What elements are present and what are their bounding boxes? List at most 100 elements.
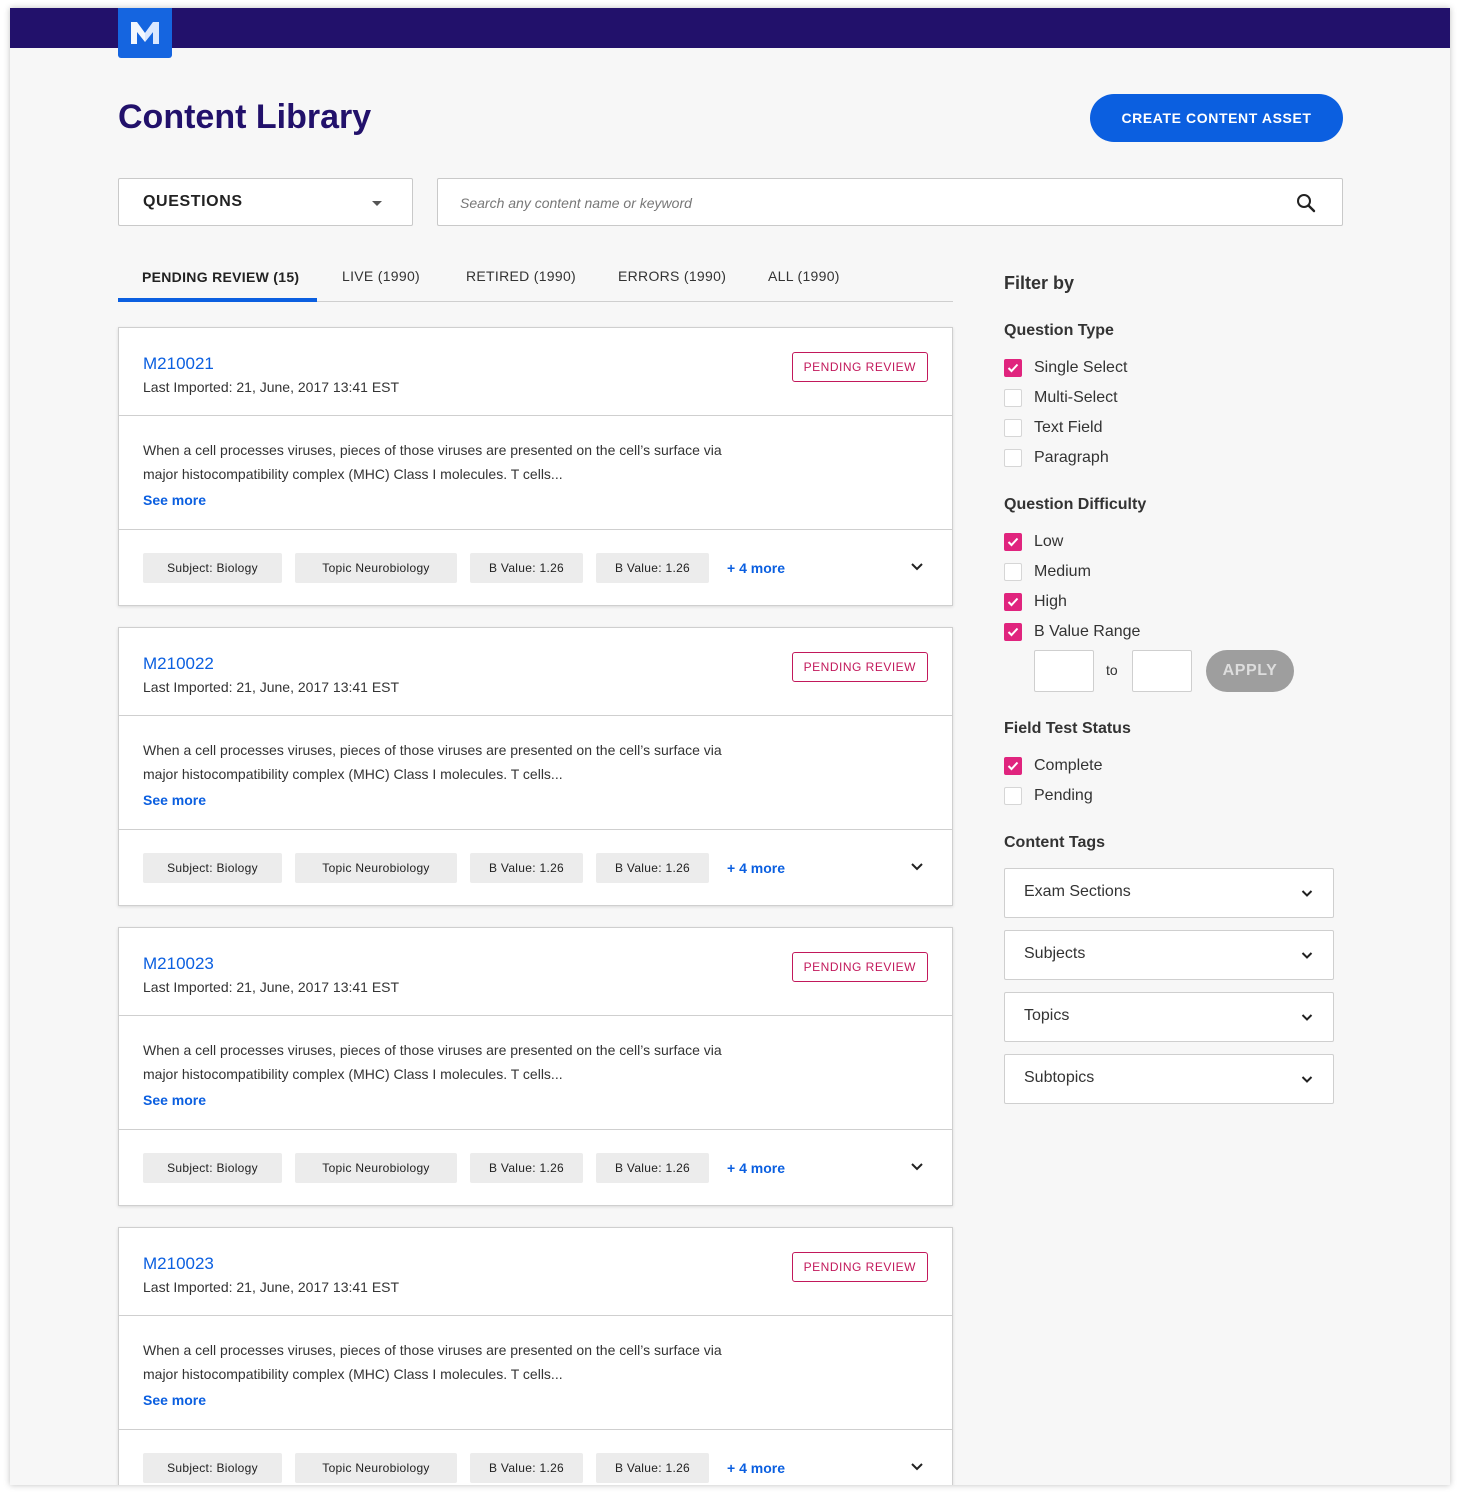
content-card: M210022 Last Imported: 21, June, 2017 13… (118, 627, 953, 906)
checkbox-unchecked-icon[interactable] (1004, 389, 1022, 407)
tab-live[interactable]: LIVE (1990) (342, 268, 420, 284)
filter-title: Filter by (1004, 273, 1075, 293)
card-footer: Subject: Biology Topic Neurobiology B Va… (119, 1430, 952, 1485)
content-description: When a cell processes viruses, pieces of… (143, 738, 763, 786)
checkbox-unchecked-icon[interactable] (1004, 787, 1022, 805)
card-body: When a cell processes viruses, pieces of… (119, 1016, 952, 1130)
checkbox-checked-icon[interactable] (1004, 757, 1022, 775)
content-id-link[interactable]: M210021 (143, 354, 214, 374)
checkbox-pending[interactable]: Pending (1004, 786, 1093, 806)
description-line-1: When a cell processes viruses, pieces of… (143, 742, 722, 758)
b-value-min-input[interactable] (1034, 650, 1094, 692)
chevron-down-icon[interactable] (910, 1462, 924, 1472)
content-id-link[interactable]: M210023 (143, 954, 214, 974)
checkbox-unchecked-icon[interactable] (1004, 419, 1022, 437)
status-badge: PENDING REVIEW (791, 952, 928, 982)
tab-errors[interactable]: ERRORS (1990) (618, 268, 726, 284)
tab-retired[interactable]: RETIRED (1990) (466, 268, 576, 284)
checkbox-label: High (1034, 593, 1067, 610)
checkbox-label: B Value Range (1034, 623, 1141, 640)
content-id-link[interactable]: M210022 (143, 654, 214, 674)
checkbox-checked-icon[interactable] (1004, 593, 1022, 611)
content-description: When a cell processes viruses, pieces of… (143, 1038, 763, 1086)
topics-dropdown[interactable]: Topics (1004, 992, 1334, 1042)
tag-chip: Topic Neurobiology (295, 1453, 457, 1483)
checkbox-label: Paragraph (1034, 449, 1109, 466)
chevron-down-icon[interactable] (910, 1162, 924, 1172)
status-badge: PENDING REVIEW (791, 1252, 928, 1282)
caret-down-icon (372, 201, 382, 206)
checkbox-medium[interactable]: Medium (1004, 562, 1091, 582)
content-id-link[interactable]: M210023 (143, 1254, 214, 1274)
checkbox-checked-icon[interactable] (1004, 533, 1022, 551)
tag-chip: B Value: 1.26 (596, 1153, 709, 1183)
more-tags-link[interactable]: + 4 more (727, 860, 785, 876)
checkbox-label: Multi-Select (1034, 389, 1118, 406)
card-footer: Subject: Biology Topic Neurobiology B Va… (119, 1130, 952, 1206)
chevron-down-icon (1301, 1076, 1313, 1083)
more-tags-link[interactable]: + 4 more (727, 560, 785, 576)
chevron-down-icon (1301, 890, 1313, 897)
range-to-label: to (1106, 662, 1118, 678)
status-badge: PENDING REVIEW (791, 652, 928, 682)
dropdown-label: Subjects (1024, 945, 1086, 962)
content-card: M210023 Last Imported: 21, June, 2017 13… (118, 1227, 953, 1485)
search-box[interactable] (437, 178, 1343, 226)
content-type-select-value: QUESTIONS (143, 193, 243, 210)
checkbox-checked-icon[interactable] (1004, 359, 1022, 377)
content-type-select[interactable]: QUESTIONS (118, 178, 413, 226)
last-imported: Last Imported: 21, June, 2017 13:41 EST (143, 379, 400, 395)
card-body: When a cell processes viruses, pieces of… (119, 716, 952, 830)
search-icon[interactable] (1296, 193, 1316, 213)
checkbox-unchecked-icon[interactable] (1004, 563, 1022, 581)
exam-sections-dropdown[interactable]: Exam Sections (1004, 868, 1334, 918)
field-test-status-heading: Field Test Status (1004, 720, 1131, 737)
checkbox-label: Single Select (1034, 359, 1128, 376)
tag-chip: B Value: 1.26 (470, 553, 583, 583)
b-value-max-input[interactable] (1132, 650, 1192, 692)
more-tags-link[interactable]: + 4 more (727, 1160, 785, 1176)
description-line-1: When a cell processes viruses, pieces of… (143, 442, 722, 458)
checkbox-label: Medium (1034, 563, 1091, 580)
card-footer: Subject: Biology Topic Neurobiology B Va… (119, 530, 952, 606)
apply-button[interactable]: APPLY (1206, 650, 1294, 692)
checkbox-paragraph[interactable]: Paragraph (1004, 448, 1109, 468)
checkbox-unchecked-icon[interactable] (1004, 449, 1022, 467)
chevron-down-icon[interactable] (910, 862, 924, 872)
checkbox-complete[interactable]: Complete (1004, 756, 1102, 776)
see-more-link[interactable]: See more (143, 1392, 206, 1408)
see-more-link[interactable]: See more (143, 1092, 206, 1108)
see-more-link[interactable]: See more (143, 492, 206, 508)
create-content-asset-button[interactable]: CREATE CONTENT ASSET (1090, 94, 1343, 142)
active-tab-indicator (118, 298, 317, 302)
description-line-2: major histocompatibility complex (MHC) C… (143, 1366, 563, 1382)
checkbox-text-field[interactable]: Text Field (1004, 418, 1102, 438)
app-window: Content Library CREATE CONTENT ASSET QUE… (10, 8, 1450, 1485)
description-line-1: When a cell processes viruses, pieces of… (143, 1042, 722, 1058)
tab-pending-review[interactable]: PENDING REVIEW (15) (142, 269, 299, 285)
last-imported: Last Imported: 21, June, 2017 13:41 EST (143, 979, 400, 995)
checkbox-b-value-range[interactable]: B Value Range (1004, 622, 1140, 642)
checkbox-checked-icon[interactable] (1004, 623, 1022, 641)
more-tags-link[interactable]: + 4 more (727, 1460, 785, 1476)
tab-all[interactable]: ALL (1990) (768, 268, 840, 284)
search-input[interactable] (460, 191, 1240, 215)
logo[interactable] (118, 8, 172, 58)
top-bar (10, 8, 1450, 48)
card-header: M210021 Last Imported: 21, June, 2017 13… (119, 328, 952, 416)
checkbox-multi-select[interactable]: Multi-Select (1004, 388, 1118, 408)
card-body: When a cell processes viruses, pieces of… (119, 1316, 952, 1430)
chevron-down-icon[interactable] (910, 562, 924, 572)
see-more-link[interactable]: See more (143, 792, 206, 808)
subjects-dropdown[interactable]: Subjects (1004, 930, 1334, 980)
checkbox-single-select[interactable]: Single Select (1004, 358, 1127, 378)
checkbox-low[interactable]: Low (1004, 532, 1063, 552)
tag-chip: Topic Neurobiology (295, 553, 457, 583)
subtopics-dropdown[interactable]: Subtopics (1004, 1054, 1334, 1104)
dropdown-label: Exam Sections (1024, 883, 1131, 900)
description-line-2: major histocompatibility complex (MHC) C… (143, 766, 563, 782)
checkbox-high[interactable]: High (1004, 592, 1067, 612)
description-line-2: major histocompatibility complex (MHC) C… (143, 1066, 563, 1082)
tag-chip: Topic Neurobiology (295, 853, 457, 883)
content-card: M210021 Last Imported: 21, June, 2017 13… (118, 327, 953, 606)
